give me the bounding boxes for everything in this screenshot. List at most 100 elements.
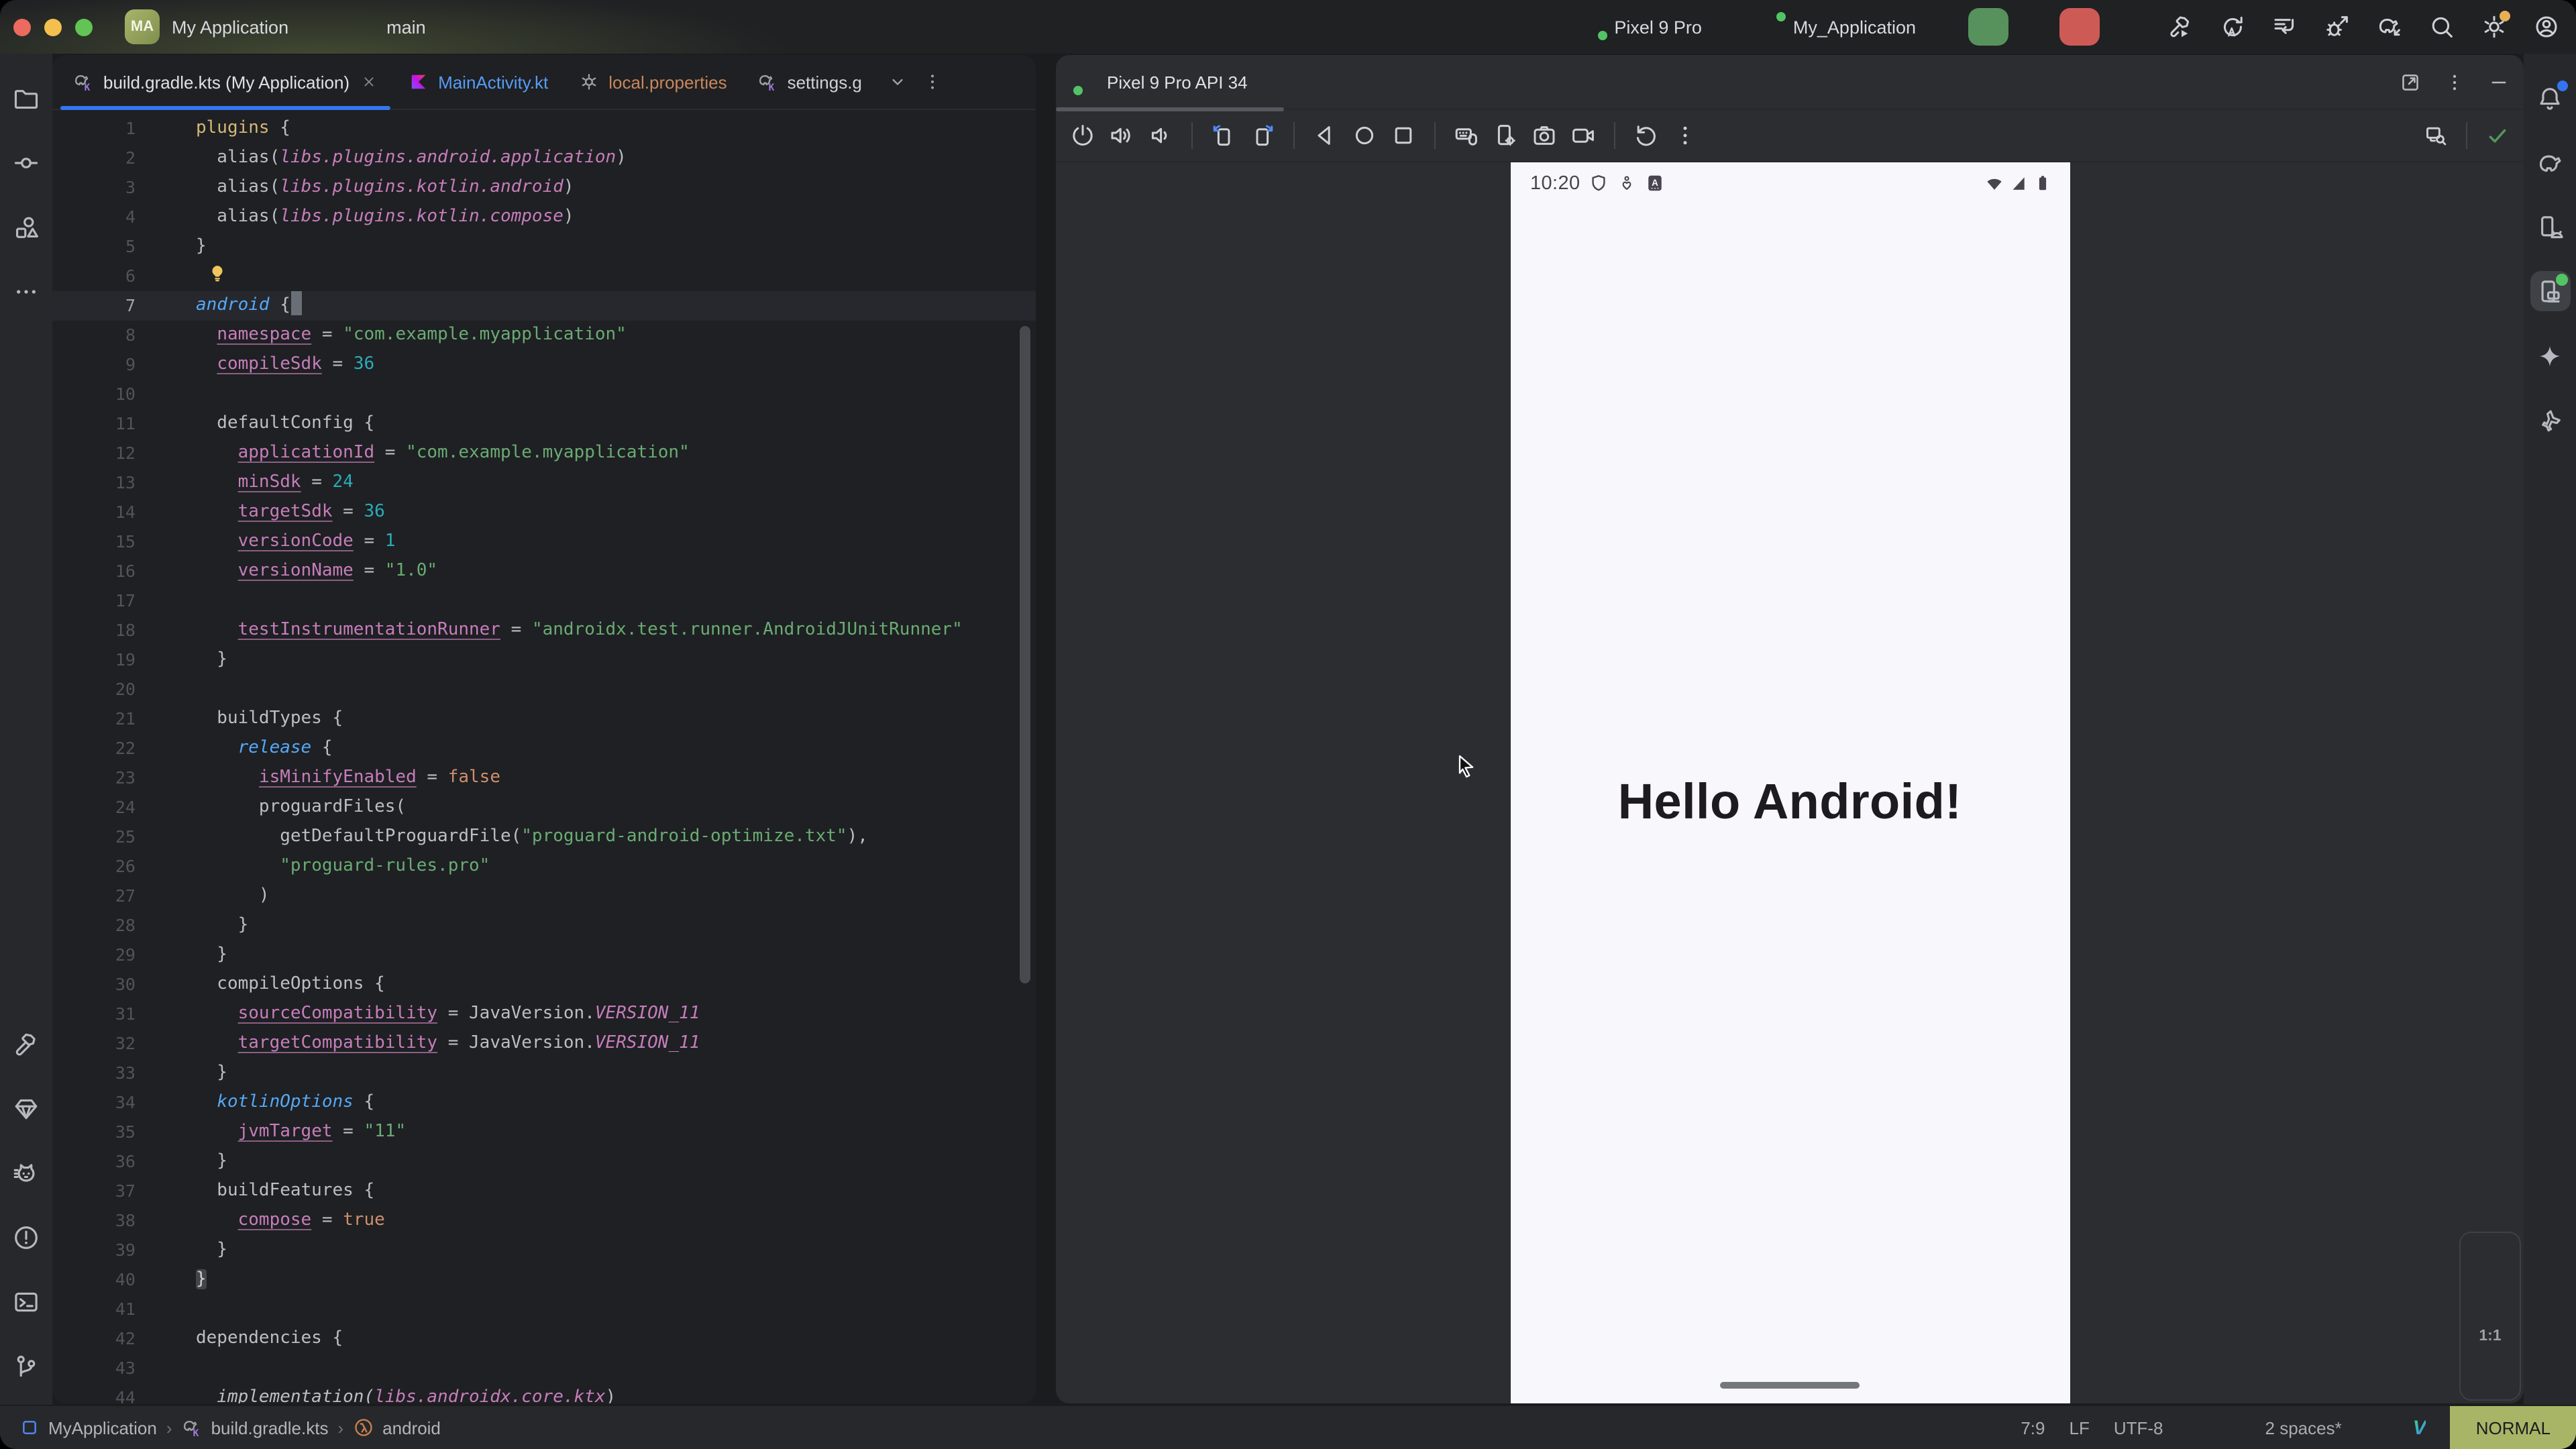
code-line[interactable]: 16 versionName = "1.0" xyxy=(52,557,1036,586)
more-run-actions-button[interactable] xyxy=(2112,15,2136,39)
code-line[interactable]: 37 buildFeatures { xyxy=(52,1177,1036,1206)
tool-window-button-more-horizontal[interactable] xyxy=(6,271,46,311)
code-line[interactable]: 7android { xyxy=(52,291,1036,321)
horizontal-scrollbar[interactable] xyxy=(1056,107,1284,111)
tool-window-button-gem[interactable] xyxy=(6,1088,46,1128)
code-line[interactable]: 15 versionCode = 1 xyxy=(52,527,1036,557)
code-line[interactable]: 31 sourceCompatibility = JavaVersion.VER… xyxy=(52,1000,1036,1029)
device-selector[interactable]: Pixel 9 Pro xyxy=(1582,15,1729,39)
open-in-window-icon[interactable] xyxy=(2399,70,2422,93)
apply-code-changes-button[interactable] xyxy=(2271,13,2298,40)
code-line[interactable]: 1plugins { xyxy=(52,114,1036,144)
tool-window-button-notifications-bell[interactable] xyxy=(2530,78,2570,118)
more-vertical-icon[interactable] xyxy=(1672,122,1699,149)
chevron-down-icon[interactable] xyxy=(888,71,909,93)
tool-window-button-folder[interactable] xyxy=(6,78,46,118)
apply-changes-button[interactable] xyxy=(2219,13,2246,40)
code-line[interactable]: 20 xyxy=(52,675,1036,704)
more-vertical-icon[interactable] xyxy=(922,71,944,93)
breadcrumb-item[interactable]: android xyxy=(353,1417,441,1438)
code-line[interactable]: 10 xyxy=(52,380,1036,409)
code-line[interactable]: 9 compileSdk = 36 xyxy=(52,350,1036,380)
screen-record-icon[interactable] xyxy=(1570,122,1597,149)
build-hammer-button[interactable] xyxy=(2167,13,2194,40)
hide-icon[interactable] xyxy=(2487,70,2510,93)
editor-tab[interactable]: Kbuild.gradle.kts (My Application) xyxy=(58,55,392,109)
caret-position[interactable]: 7:9 xyxy=(2021,1417,2045,1438)
vim-mode-badge[interactable]: NORMAL xyxy=(2451,1406,2576,1449)
code-line[interactable]: 17 xyxy=(52,586,1036,616)
tool-window-button-logcat-cat[interactable] xyxy=(6,1152,46,1193)
attach-debugger-button[interactable] xyxy=(2324,13,2351,40)
code-line[interactable]: 2 alias(libs.plugins.android.application… xyxy=(52,144,1036,173)
code-line[interactable]: 27 ) xyxy=(52,881,1036,911)
volume-up-icon[interactable] xyxy=(1108,122,1135,149)
macos-traffic-lights[interactable] xyxy=(13,18,93,36)
gradle-sync-button[interactable] xyxy=(2376,13,2403,40)
device-tab[interactable]: Pixel 9 Pro API 34 xyxy=(1069,70,1281,93)
code-line[interactable]: 4 alias(libs.plugins.kotlin.compose) xyxy=(52,203,1036,232)
stop-button[interactable] xyxy=(2059,8,2100,46)
editor-scrollbar[interactable] xyxy=(1020,326,1030,983)
zoom-out-icon[interactable] xyxy=(2479,1289,2502,1311)
code-line[interactable]: 21 buildTypes { xyxy=(52,704,1036,734)
code-line[interactable]: 18 testInstrumentationRunner = "androidx… xyxy=(52,616,1036,645)
zoom-in-icon[interactable] xyxy=(2479,1249,2502,1272)
code-editor[interactable]: 1plugins {2 alias(libs.plugins.android.a… xyxy=(52,110,1036,1403)
code-line[interactable]: 35 jvmTarget = "11" xyxy=(52,1118,1036,1147)
ideavim-icon[interactable]: V xyxy=(2413,1416,2426,1439)
profile-avatar-button[interactable] xyxy=(2533,13,2560,40)
encoding-indicator[interactable]: UTF-8 xyxy=(2114,1417,2163,1438)
volume-down-icon[interactable] xyxy=(1147,122,1174,149)
breadcrumb-item[interactable]: MyApplication xyxy=(19,1417,157,1438)
code-line[interactable]: 41 xyxy=(52,1295,1036,1324)
settings-gear-button[interactable] xyxy=(2481,13,2508,40)
tool-window-button-git-branch[interactable] xyxy=(6,1346,46,1386)
code-line[interactable]: 5} xyxy=(52,232,1036,262)
tool-window-button-device-manager[interactable] xyxy=(2530,207,2570,247)
unlocked-icon[interactable] xyxy=(2366,1416,2389,1439)
code-line[interactable]: 25 getDefaultProguardFile("proguard-andr… xyxy=(52,822,1036,852)
zoom-1to1-button[interactable]: 1:1 xyxy=(2479,1328,2501,1344)
code-line[interactable]: 39 } xyxy=(52,1236,1036,1265)
editor-tab[interactable]: MainActivity.kt xyxy=(392,55,563,109)
tool-window-button-terminal[interactable] xyxy=(6,1281,46,1322)
tool-window-button-gemini-sparkle[interactable] xyxy=(2530,335,2570,376)
close-window-button[interactable] xyxy=(13,18,31,36)
search-everywhere-button[interactable] xyxy=(2428,13,2455,40)
code-line[interactable]: 8 namespace = "com.example.myapplication… xyxy=(52,321,1036,350)
fit-to-window-icon[interactable] xyxy=(2479,1360,2502,1383)
rotate-left-icon[interactable] xyxy=(1210,122,1237,149)
code-line[interactable]: 23 isMinifyEnabled = false xyxy=(52,763,1036,793)
close-icon[interactable] xyxy=(1257,72,1276,91)
code-line[interactable]: 43 xyxy=(52,1354,1036,1383)
hardware-input-icon[interactable] xyxy=(1453,122,1480,149)
rotate-right-icon[interactable] xyxy=(1249,122,1276,149)
code-line[interactable]: 32 targetCompatibility = JavaVersion.VER… xyxy=(52,1029,1036,1059)
add-device-tab-button[interactable] xyxy=(1300,70,1323,93)
code-line[interactable]: 26 "proguard-rules.pro" xyxy=(52,852,1036,881)
overview-icon[interactable] xyxy=(1390,122,1417,149)
code-line[interactable]: 24 proguardFiles( xyxy=(52,793,1036,822)
code-line[interactable]: 34 kotlinOptions { xyxy=(52,1088,1036,1118)
screenshot-icon[interactable] xyxy=(1531,122,1558,149)
tool-window-button-journeys-plane[interactable] xyxy=(2530,400,2570,440)
ui-check-icon[interactable] xyxy=(2423,123,2449,148)
more-vertical-icon[interactable] xyxy=(2443,70,2466,93)
minimize-window-button[interactable] xyxy=(44,18,62,36)
tool-window-button-running-devices[interactable] xyxy=(2530,271,2570,311)
power-icon[interactable] xyxy=(1069,122,1096,149)
code-line[interactable]: 40} xyxy=(52,1265,1036,1295)
tool-window-button-hammer[interactable] xyxy=(6,1024,46,1064)
emulator-screen[interactable]: 10:20 A Hello Android! xyxy=(1510,162,2070,1403)
back-icon[interactable] xyxy=(1312,122,1339,149)
vcs-branch-selector[interactable]: main xyxy=(356,15,453,38)
editor-tab[interactable]: Ksettings.g xyxy=(742,55,877,109)
tool-window-button-commit[interactable] xyxy=(6,142,46,182)
code-line[interactable]: 38 compose = true xyxy=(52,1206,1036,1236)
breadcrumb-item[interactable]: Kbuild.gradle.kts xyxy=(182,1417,329,1438)
code-line[interactable]: 19 } xyxy=(52,645,1036,675)
bulb-icon[interactable] xyxy=(207,263,228,284)
code-line[interactable]: 22 release { xyxy=(52,734,1036,763)
ai-assistant-off-icon[interactable] xyxy=(2188,1416,2210,1439)
